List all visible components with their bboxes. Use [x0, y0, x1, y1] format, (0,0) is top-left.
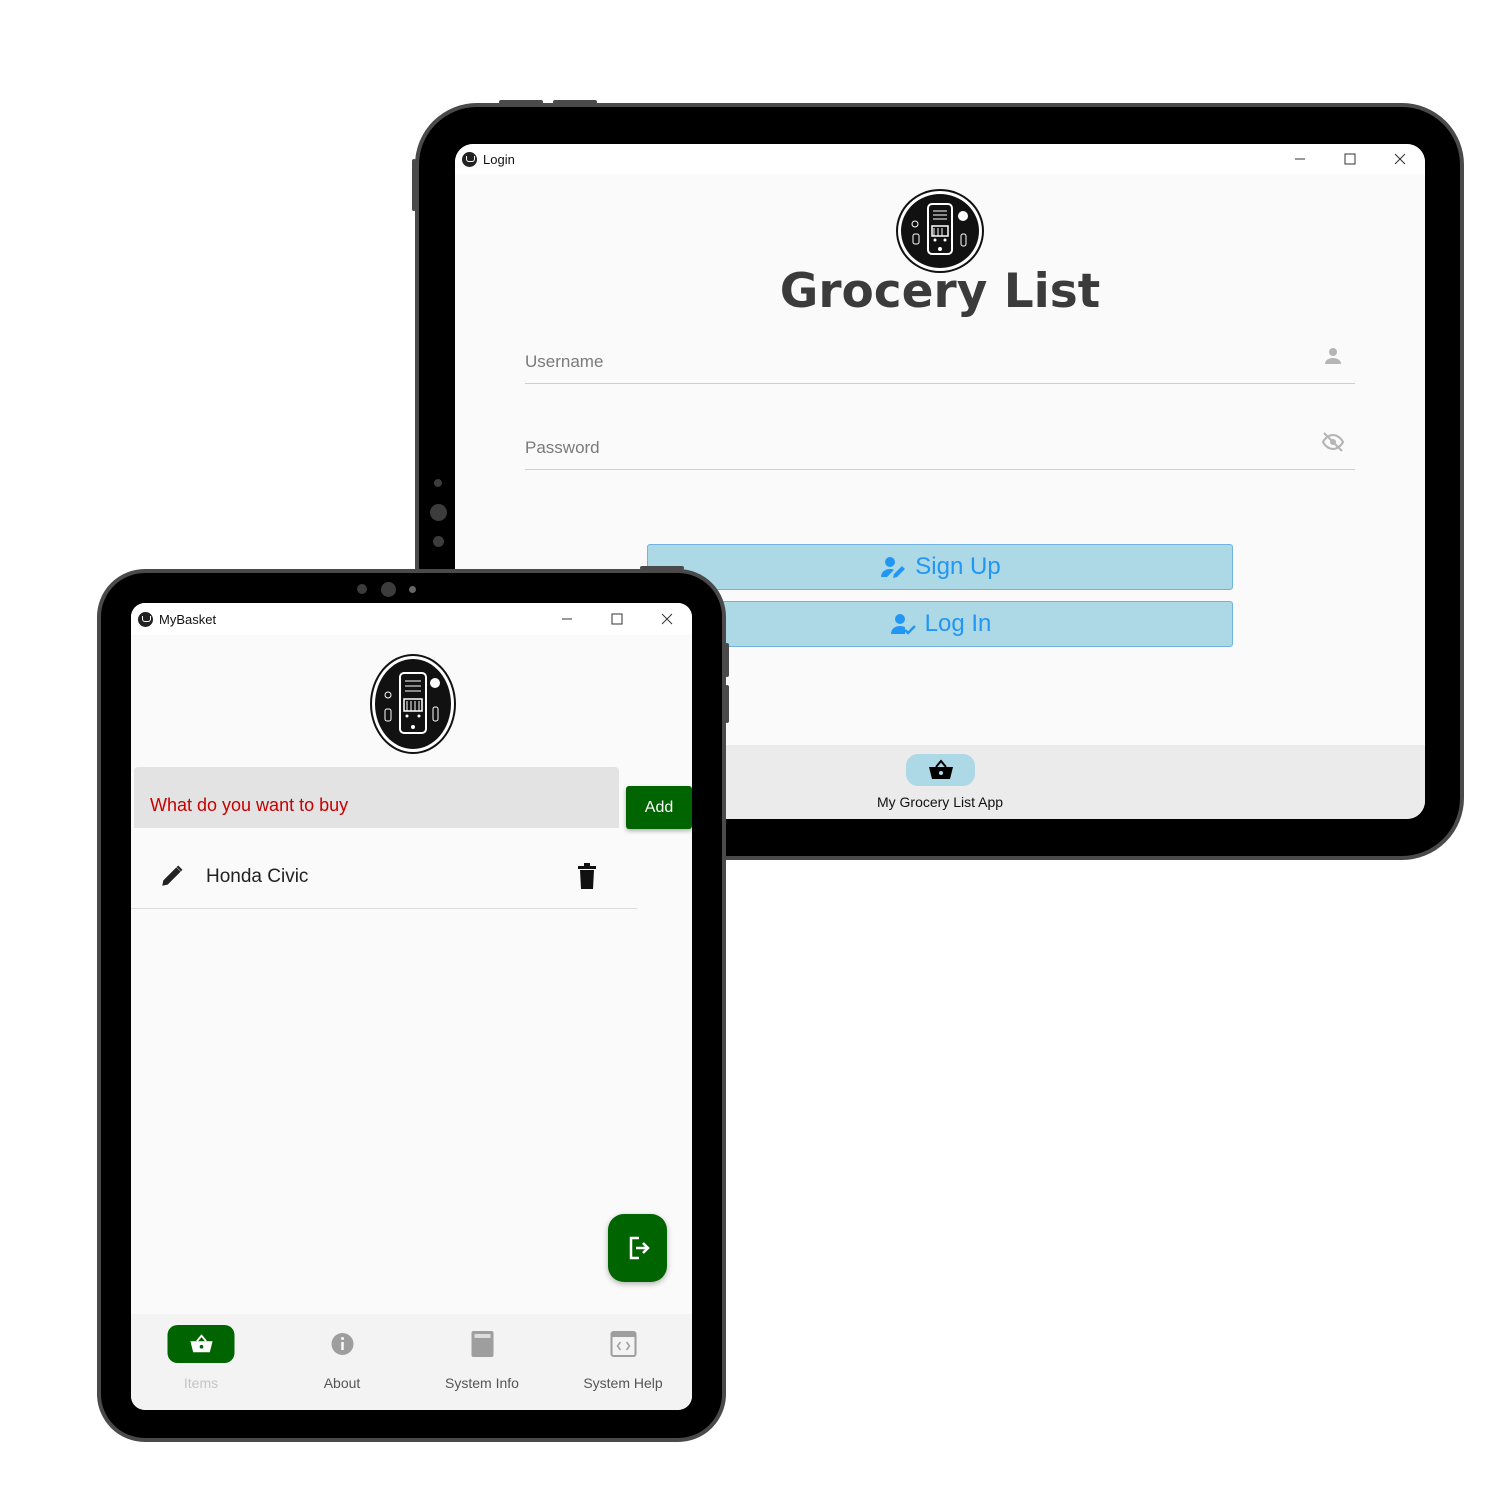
- trash-icon[interactable]: [575, 863, 599, 889]
- close-icon: [661, 613, 673, 625]
- maximize-button[interactable]: [592, 604, 642, 634]
- tab-items-label: Items: [183, 1375, 219, 1391]
- person-check-icon: [890, 614, 916, 635]
- camera-dot: [434, 479, 442, 487]
- nav-item-grocery[interactable]: [906, 754, 975, 786]
- maximize-button[interactable]: [1325, 144, 1375, 174]
- log-in-label: Log In: [924, 610, 992, 637]
- list-item: Honda Civic: [131, 839, 637, 909]
- tab-about[interactable]: About: [272, 1314, 412, 1410]
- item-name: Honda Civic: [206, 866, 309, 887]
- system-help-icon: [610, 1331, 636, 1357]
- minimize-button[interactable]: [1275, 144, 1325, 174]
- bottom-tab-bar: Items About System Info System Help: [131, 1314, 692, 1410]
- camera-dot: [433, 536, 444, 547]
- tab-items-indicator: [167, 1325, 235, 1363]
- item-input-label: What do you want to buy: [150, 795, 349, 815]
- close-icon: [1394, 153, 1406, 165]
- tab-system-info-label: System Info: [445, 1375, 519, 1391]
- title-bar: Login: [455, 144, 1425, 174]
- minimize-icon: [1295, 158, 1305, 160]
- maximize-icon: [1344, 153, 1356, 165]
- tab-about-label: About: [323, 1375, 361, 1391]
- grocery-logo: [898, 191, 982, 271]
- tab-system-info-indicator: [449, 1325, 516, 1363]
- shopping-cart-phone-icon: [911, 203, 968, 255]
- info-icon: [331, 1333, 353, 1355]
- basket-logo: [372, 656, 454, 752]
- power-button: [412, 159, 416, 211]
- tab-system-info[interactable]: System Info: [412, 1314, 552, 1410]
- add-button[interactable]: Add: [626, 786, 692, 829]
- password-field[interactable]: Password: [525, 420, 1355, 470]
- camera-lens: [430, 504, 447, 521]
- username-field[interactable]: Username: [525, 334, 1355, 384]
- title-bar: MyBasket: [131, 603, 692, 635]
- tab-system-help-indicator: [590, 1325, 657, 1363]
- camera-dot: [357, 584, 367, 594]
- logout-icon: [629, 1236, 650, 1260]
- tab-system-help-label: System Help: [583, 1375, 663, 1391]
- minimize-button[interactable]: [542, 604, 592, 634]
- tab-about-indicator: [309, 1325, 376, 1363]
- close-button[interactable]: [1375, 144, 1425, 174]
- person-icon: [1325, 348, 1341, 364]
- basket-window: MyBasket What do you want to buy Add Hon…: [131, 603, 692, 1410]
- person-edit-icon: [881, 557, 906, 578]
- camera-dot: [409, 586, 416, 593]
- shopping-cart-phone-icon: [384, 672, 440, 734]
- camera-lens: [381, 582, 396, 597]
- minimize-icon: [562, 618, 572, 620]
- sign-up-button[interactable]: Sign Up: [647, 544, 1233, 590]
- log-in-button[interactable]: Log In: [647, 601, 1233, 647]
- item-input[interactable]: What do you want to buy: [134, 767, 619, 828]
- pencil-icon[interactable]: [159, 863, 185, 889]
- sign-up-label: Sign Up: [915, 553, 1001, 580]
- volume-button: [553, 100, 597, 104]
- app-title: Grocery List: [779, 264, 1101, 319]
- power-button: [640, 566, 684, 570]
- window-title: MyBasket: [159, 611, 217, 627]
- volume-button: [725, 643, 729, 677]
- logout-button[interactable]: [608, 1214, 667, 1282]
- eye-off-icon[interactable]: [1321, 430, 1345, 454]
- tablet-portrait: MyBasket What do you want to buy Add Hon…: [97, 566, 729, 1442]
- volume-button: [725, 685, 729, 723]
- basket-icon: [189, 1334, 213, 1353]
- app-icon: [138, 611, 153, 627]
- username-label: Username: [525, 352, 604, 371]
- basket-icon: [928, 759, 953, 779]
- volume-button: [499, 100, 543, 104]
- window-title: Login: [483, 151, 515, 167]
- password-label: Password: [525, 438, 600, 457]
- system-info-icon: [471, 1331, 493, 1357]
- tab-system-help[interactable]: System Help: [553, 1314, 692, 1410]
- app-icon: [462, 151, 477, 167]
- maximize-icon: [611, 613, 623, 625]
- close-button[interactable]: [642, 604, 692, 634]
- tab-items[interactable]: Items: [131, 1314, 271, 1410]
